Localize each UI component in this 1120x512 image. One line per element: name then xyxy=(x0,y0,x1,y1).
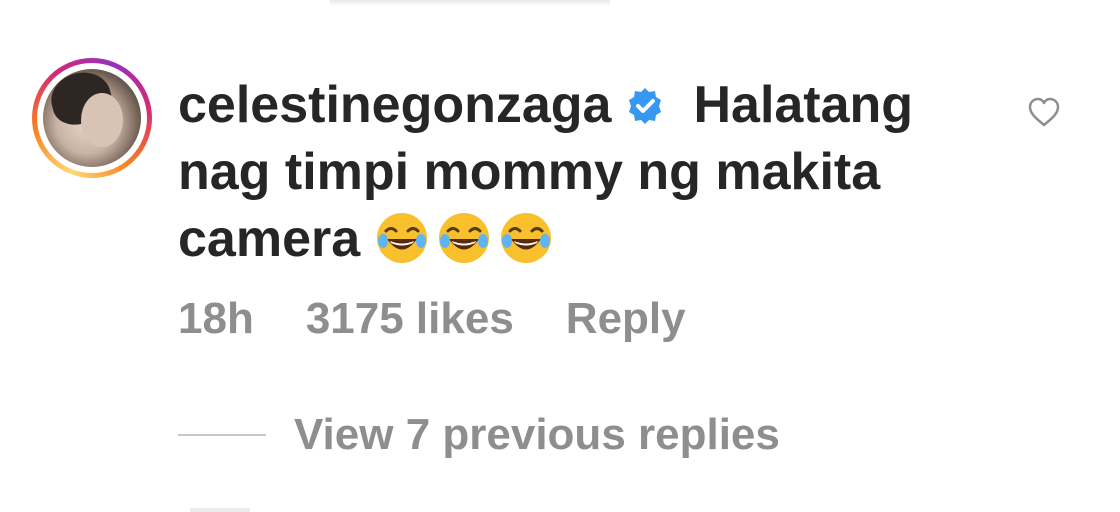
avatar-gap xyxy=(37,63,147,173)
comment-likes[interactable]: 3175 likes xyxy=(306,294,514,343)
view-replies-button[interactable]: View 7 previous replies xyxy=(178,410,780,460)
face-with-tears-of-joy-icon xyxy=(501,213,552,263)
verified-badge-icon xyxy=(629,88,662,124)
bottom-divider-fade xyxy=(190,508,250,512)
face-with-tears-of-joy-icon xyxy=(439,213,490,263)
comment-username[interactable]: celestinegonzaga xyxy=(178,76,611,134)
emoji-row xyxy=(374,210,560,283)
avatar-face xyxy=(81,93,123,147)
comment-item: celestinegonzaga Halatang nag timpi momm… xyxy=(0,0,1120,512)
replies-divider-line xyxy=(178,434,266,436)
heart-outline-icon[interactable] xyxy=(1027,96,1061,130)
view-replies-label: View 7 previous replies xyxy=(294,410,780,459)
comment-time: 18h xyxy=(178,294,254,343)
reply-button[interactable]: Reply xyxy=(566,294,686,343)
comment-body: celestinegonzaga Halatang nag timpi momm… xyxy=(178,72,1008,283)
face-with-tears-of-joy-icon xyxy=(377,213,428,263)
avatar-story-ring[interactable] xyxy=(32,58,152,178)
avatar xyxy=(43,69,141,167)
comment-meta: 18h 3175 likes Reply xyxy=(178,294,738,344)
